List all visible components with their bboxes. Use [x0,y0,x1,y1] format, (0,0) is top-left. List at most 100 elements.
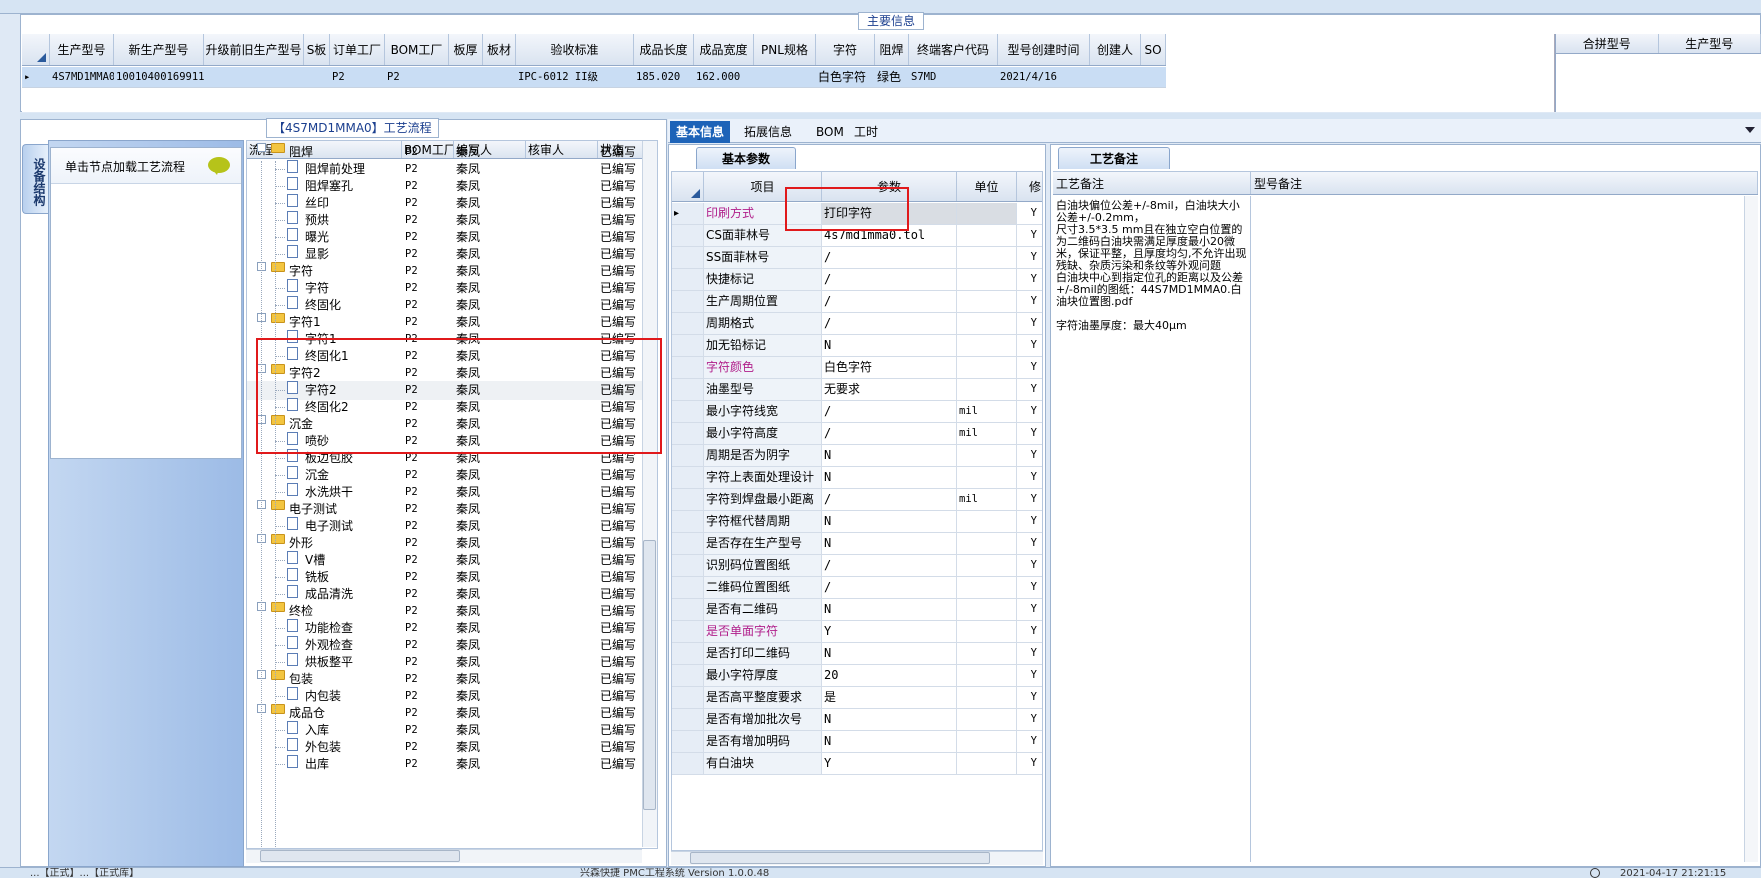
param-row[interactable]: 字符上表面处理设计 N Y [672,467,1042,489]
collapse-toggle-icon[interactable]: − [257,143,266,152]
row-selector[interactable] [672,577,704,598]
param-row[interactable]: 识别码位置图纸 / Y [672,555,1042,577]
tab-basic-params[interactable]: 基本参数 [696,147,796,169]
tab-dropdown-icon[interactable] [1745,127,1755,133]
param-row[interactable]: 字符到焊盘最小距离 / mil Y [672,489,1042,511]
row-selector[interactable] [672,225,704,246]
col-header[interactable]: 生产型号 [50,34,114,65]
row-selector[interactable] [672,467,704,488]
col-header[interactable]: 成品宽度 [694,34,754,65]
param-row[interactable]: 字符颜色 白色字符 Y [672,357,1042,379]
row-pointer-icon[interactable]: ▸ [672,203,704,224]
cell[interactable]: 绿色 [875,67,909,87]
cell[interactable] [204,67,304,87]
col-header[interactable]: 生产型号 [1659,34,1761,53]
row-selector[interactable] [672,247,704,268]
col-header[interactable]: 成品长度 [634,34,694,65]
param-value[interactable]: / [822,577,957,598]
notes-vertical-scrollbar[interactable] [1744,196,1758,862]
tab-equipment-structure[interactable]: 设备结构 [22,144,48,214]
cell[interactable] [483,67,516,87]
param-row[interactable]: 是否有二维码 N Y [672,599,1042,621]
row-selector-icon[interactable]: ▸ [22,67,50,87]
col-header[interactable]: PNL规格 [754,34,816,65]
param-value[interactable]: / [822,313,957,334]
cell[interactable] [1090,67,1141,87]
param-row[interactable]: 快捷标记 / Y [672,269,1042,291]
cell[interactable] [1141,67,1166,87]
col-header[interactable]: 修 [1017,172,1042,201]
tab-basic-info[interactable]: 基本信息 [670,121,731,143]
row-selector[interactable] [672,489,704,510]
row-selector[interactable] [672,335,704,356]
tab-bom[interactable]: BOM [810,121,850,143]
cell[interactable] [449,67,483,87]
param-value[interactable]: N [822,445,957,466]
cell[interactable]: 4S7MD1MMA0 [50,67,114,87]
col-header[interactable]: 单位 [957,172,1017,201]
col-header[interactable]: 创建人 [1090,34,1141,65]
param-row[interactable]: 最小字符高度 / mil Y [672,423,1042,445]
row-selector[interactable] [672,291,704,312]
param-value[interactable]: N [822,533,957,554]
tab-extended-info[interactable]: 拓展信息 [738,121,798,143]
col-header[interactable]: 阻焊 [875,34,909,65]
cell[interactable] [304,67,330,87]
col-header[interactable]: 订单工厂 [330,34,385,65]
row-selector[interactable] [672,401,704,422]
param-row[interactable]: 周期是否为阴字 N Y [672,445,1042,467]
cell[interactable]: 10010400169911 [114,67,204,87]
col-header[interactable]: 型号备注 [1251,172,1758,194]
row-selector[interactable] [672,731,704,752]
param-value[interactable]: Y [822,621,957,642]
cell[interactable]: P2 [385,67,449,87]
param-value[interactable]: 白色字符 [822,357,957,378]
param-row[interactable]: 加无铅标记 N Y [672,335,1042,357]
row-selector[interactable] [672,599,704,620]
process-note-text[interactable]: 白油块偏位公差+/-8mil，白油块大小公差+/-0.2mm， 尺寸3.5*3.… [1053,196,1251,862]
param-value[interactable]: / [822,423,957,444]
row-selector[interactable] [672,709,704,730]
tab-process-notes[interactable]: 工艺备注 [1058,147,1170,169]
row-selector[interactable] [672,555,704,576]
col-header[interactable]: 合拼型号 [1556,34,1659,53]
col-header[interactable]: 升级前旧生产型号 [204,34,304,65]
process-tree[interactable]: 流程 BOM工厂 编写人 核审人 状态 −阻焊P2秦凤已编写阻焊前处理P2秦凤已… [246,140,658,849]
cell[interactable]: 185.020 [634,67,694,87]
row-selector[interactable] [672,357,704,378]
tab-work-hours[interactable]: 工时 [848,121,884,143]
cell[interactable]: 2021/4/16 [998,67,1090,87]
col-header[interactable]: 终端客户代码 [909,34,998,65]
param-row[interactable]: 是否高平整度要求是 Y [672,687,1042,709]
cell[interactable]: P2 [330,67,385,87]
param-row[interactable]: 是否有增加明码 N Y [672,731,1042,753]
param-row[interactable]: 有白油块 Y Y [672,753,1042,775]
param-value[interactable]: / [822,489,957,510]
col-header[interactable]: SO [1141,34,1166,65]
param-value[interactable]: 20 [822,665,957,686]
param-value[interactable]: N [822,731,957,752]
col-header[interactable]: 板材 [483,34,516,65]
cell[interactable]: 162.000 [694,67,754,87]
param-value[interactable]: 是 [822,687,957,708]
param-value[interactable]: N [822,599,957,620]
param-row[interactable]: 油墨型号 无要求 Y [672,379,1042,401]
row-selector[interactable] [672,511,704,532]
row-selector[interactable] [672,621,704,642]
row-selector[interactable] [672,445,704,466]
tree-scroll-thumb[interactable] [643,540,656,810]
cell[interactable]: IPC-6012 II级 [516,67,634,87]
param-row[interactable]: 二维码位置图纸 / Y [672,577,1042,599]
param-value[interactable]: N [822,709,957,730]
param-value[interactable]: / [822,247,957,268]
col-header[interactable]: 型号创建时间 [998,34,1090,65]
row-selector[interactable] [672,423,704,444]
col-header[interactable]: BOM工厂 [385,34,449,65]
param-row[interactable]: 是否存在生产型号 N Y [672,533,1042,555]
param-value[interactable]: N [822,643,957,664]
param-row[interactable]: 字符框代替周期 N Y [672,511,1042,533]
tree-hscroll-thumb[interactable] [260,850,460,862]
param-row[interactable]: 是否单面字符 Y Y [672,621,1042,643]
row-selector[interactable] [672,643,704,664]
param-value[interactable]: N [822,467,957,488]
